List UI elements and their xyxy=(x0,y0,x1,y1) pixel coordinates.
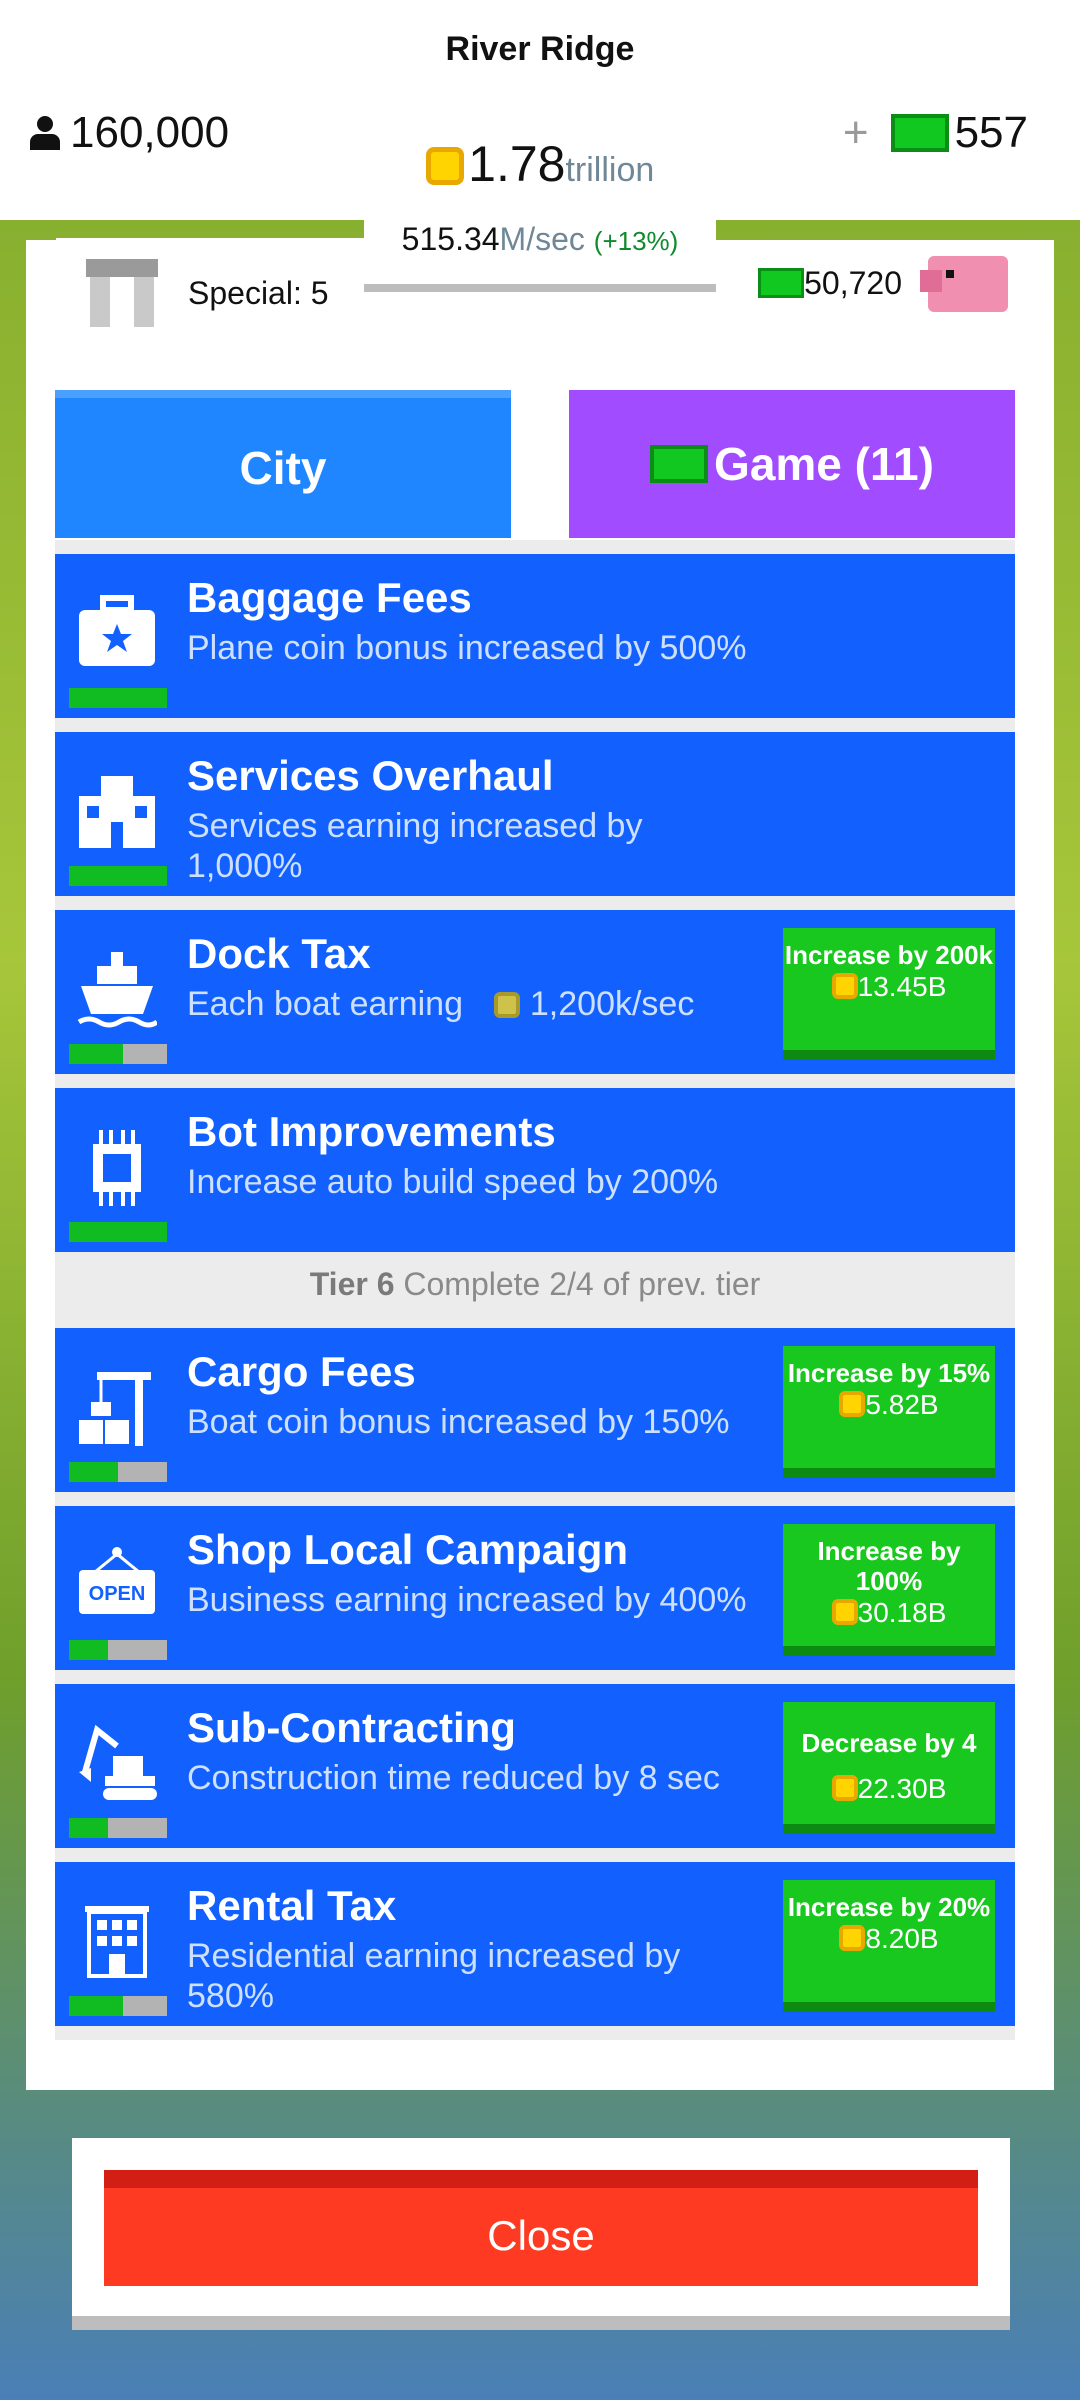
apartment-icon xyxy=(85,1906,149,1978)
progress-bar xyxy=(69,688,167,708)
luggage-icon xyxy=(79,595,155,666)
upgrade-title: Bot Improvements xyxy=(187,1108,556,1155)
tab-game-label: Game (11) xyxy=(714,438,934,490)
buy-label: Decrease by 4 xyxy=(801,1728,977,1758)
upgrade-description: Business earning increased by 400% xyxy=(187,1581,747,1619)
progress-bar xyxy=(69,1044,167,1064)
upgrade-sub-contracting[interactable]: Sub-Contracting Construction time reduce… xyxy=(55,1684,1015,1848)
buy-label: Increase by 200k xyxy=(784,940,994,970)
progress-bar xyxy=(69,866,167,886)
tier-header xyxy=(55,540,1015,554)
coin-icon xyxy=(839,1391,866,1417)
tier-requirement: Complete 2/4 of prev. tier xyxy=(394,1266,761,1302)
coin-unit: trillion xyxy=(565,151,655,189)
buy-cost: 8.20B xyxy=(783,1922,995,1956)
coin-icon xyxy=(494,992,521,1018)
premium-value: 557 xyxy=(954,108,1028,157)
desc-prefix: Each boat earning xyxy=(187,985,463,1023)
upgrade-title: Shop Local Campaign xyxy=(187,1526,629,1573)
cash-icon xyxy=(890,114,949,152)
buy-upgrade-button[interactable]: Increase by 100% 30.18B xyxy=(783,1524,995,1656)
piggy-bank-icon[interactable] xyxy=(920,240,1016,326)
premium-currency[interactable]: + 557 xyxy=(843,108,1028,158)
upgrade-shop-local-campaign[interactable]: OPEN Shop Local Campaign Business earnin… xyxy=(55,1506,1015,1670)
ship-icon xyxy=(77,952,157,1028)
upgrade-cargo-fees[interactable]: Cargo Fees Boat coin bonus increased by … xyxy=(55,1328,1015,1492)
buy-cost: 5.82B xyxy=(783,1388,995,1422)
crane-icon xyxy=(79,1372,151,1446)
upgrade-baggage-fees[interactable]: Baggage Fees Plane coin bonus increased … xyxy=(55,554,1015,718)
upgrade-description: Increase auto build speed by 200% xyxy=(187,1163,719,1201)
upgrade-title: Dock Tax xyxy=(187,930,371,977)
buy-label: Increase by 20% xyxy=(787,1892,991,1922)
upgrades-panel: Special: 5 50,720 City Game (11) Baggage… xyxy=(26,238,1054,2090)
progress-bar xyxy=(69,1462,167,1482)
upgrade-title: Sub-Contracting xyxy=(187,1704,516,1751)
upgrade-services-overhaul[interactable]: Services Overhaul Services earning incre… xyxy=(55,732,1015,896)
tier-header: Tier 6 Complete 2/4 of prev. tier xyxy=(55,1252,1015,1316)
close-container: Close xyxy=(72,2138,1010,2330)
income-rate: 515.34M/sec (+13%) xyxy=(364,212,716,292)
tab-game[interactable]: Game (11) xyxy=(569,390,1015,538)
coin-icon xyxy=(831,1775,858,1801)
upgrade-description: Residential earning increased by 580% xyxy=(187,1937,681,2015)
upgrade-bot-improvements[interactable]: Bot Improvements Increase auto build spe… xyxy=(55,1088,1015,1252)
open-sign-icon: OPEN xyxy=(79,1547,155,1614)
buy-label: Increase by 100% xyxy=(817,1536,961,1596)
upgrade-description: Plane coin bonus increased by 500% xyxy=(187,629,747,667)
progress-bar xyxy=(69,1640,167,1660)
bank-amount: 50,720 xyxy=(804,264,902,301)
coin-value: 1.78 xyxy=(468,136,566,192)
special-label: Special: 5 xyxy=(188,274,329,311)
buy-upgrade-button[interactable]: Increase by 15% 5.82B xyxy=(783,1346,995,1478)
buy-label: Increase by 15% xyxy=(787,1358,991,1388)
tab-city[interactable]: City xyxy=(55,390,511,538)
buy-cost: 13.45B xyxy=(783,970,995,1004)
upgrade-title: Cargo Fees xyxy=(187,1348,416,1395)
special-buildings[interactable]: Special: 5 xyxy=(56,238,366,348)
cash-icon xyxy=(758,268,805,298)
desc-value: 1,200k/sec xyxy=(529,985,695,1023)
buy-cost: 22.30B xyxy=(783,1772,995,1806)
tier-label: Tier 6 xyxy=(309,1266,395,1302)
arch-icon xyxy=(86,259,158,327)
top-bar: River Ridge 160,000 1.78trillion + 557 xyxy=(0,0,1080,220)
coin-icon xyxy=(425,147,464,185)
add-premium-button[interactable]: + xyxy=(843,108,869,158)
tab-bar: City Game (11) xyxy=(55,390,1015,540)
city-name: River Ridge xyxy=(445,30,635,68)
rate-value: 515.34 xyxy=(401,221,500,257)
coin-icon xyxy=(831,1599,858,1625)
coin-icon xyxy=(839,1925,866,1951)
close-button[interactable]: Close xyxy=(104,2170,978,2286)
chip-icon xyxy=(93,1130,141,1206)
buy-cost: 30.18B xyxy=(783,1596,995,1630)
hospital-icon xyxy=(79,776,155,848)
rate-unit: M/sec xyxy=(499,221,585,257)
coin-icon xyxy=(831,973,858,999)
cash-icon xyxy=(650,445,709,483)
excavator-icon xyxy=(79,1724,157,1800)
progress-bar xyxy=(69,1996,167,2016)
rate-percent: (+13%) xyxy=(593,226,679,256)
upgrade-rental-tax[interactable]: Rental Tax Residential earning increased… xyxy=(55,1862,1015,2026)
upgrade-description: Each boat earning 1,200k/sec xyxy=(187,984,747,1024)
buy-upgrade-button[interactable]: Decrease by 4 22.30B xyxy=(783,1702,995,1834)
upgrade-dock-tax[interactable]: Dock Tax Each boat earning 1,200k/sec In… xyxy=(55,910,1015,1074)
buy-upgrade-button[interactable]: Increase by 20% 8.20B xyxy=(783,1880,995,2012)
upgrade-list[interactable]: Baggage Fees Plane coin bonus increased … xyxy=(55,540,1015,2040)
upgrade-description: Services earning increased by 1,000% xyxy=(187,807,643,885)
piggy-bank[interactable]: 50,720 xyxy=(758,240,1054,326)
upgrade-title: Services Overhaul xyxy=(187,752,554,799)
upgrade-description: Boat coin bonus increased by 150% xyxy=(187,1403,730,1441)
svg-text:OPEN: OPEN xyxy=(89,1583,146,1605)
progress-bar xyxy=(69,1222,167,1242)
buy-upgrade-button[interactable]: Increase by 200k 13.45B xyxy=(783,928,995,1060)
upgrade-description: Construction time reduced by 8 sec xyxy=(187,1759,720,1797)
upgrade-title: Rental Tax xyxy=(187,1882,397,1929)
progress-bar xyxy=(69,1818,167,1838)
upgrade-title: Baggage Fees xyxy=(187,574,472,621)
